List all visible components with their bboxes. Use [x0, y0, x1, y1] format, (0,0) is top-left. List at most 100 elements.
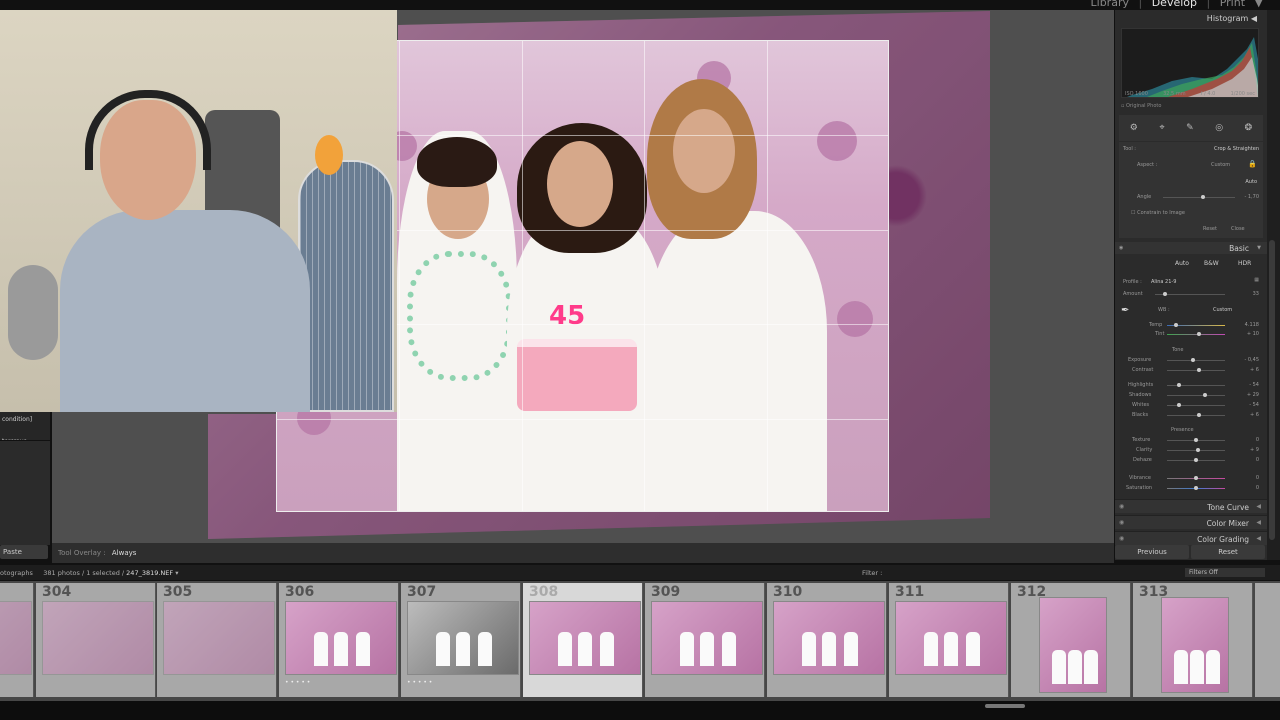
dehaze-slider[interactable]	[1167, 458, 1225, 462]
bottom-buttons: Previous Reset	[1115, 545, 1267, 560]
tool-overlay-select[interactable]: Always	[112, 549, 137, 557]
blacks-value: + 6	[1250, 412, 1259, 418]
tool-name: Crop & Straighten	[1214, 146, 1259, 152]
filmstrip-source[interactable]: otographs 381 photos / 1 selected / 247_…	[0, 569, 179, 577]
highlights-slider[interactable]	[1167, 383, 1225, 387]
angle-slider[interactable]	[1163, 195, 1235, 199]
right-panel-scrollbar[interactable]	[1267, 10, 1280, 560]
microphone-icon	[8, 265, 58, 360]
auto-button[interactable]: Auto	[1175, 260, 1189, 267]
redeye-tool-icon[interactable]: ◎	[1215, 123, 1223, 133]
bw-button[interactable]: B&W	[1204, 260, 1219, 267]
clarity-slider[interactable]	[1167, 448, 1225, 452]
angle-auto-button[interactable]: Auto	[1245, 179, 1257, 185]
film-cell-309[interactable]: 309	[645, 583, 765, 697]
lock-icon[interactable]: 🔒	[1248, 160, 1257, 168]
aspect-select[interactable]: Custom	[1211, 162, 1230, 168]
profile-select[interactable]: Alina 21-9	[1151, 279, 1176, 285]
contrast-label: Contrast	[1132, 367, 1154, 373]
hdr-button[interactable]: HDR	[1238, 260, 1251, 267]
reset-button[interactable]: Reset	[1191, 545, 1265, 559]
expand-icon[interactable]: ◀	[1256, 503, 1261, 510]
color-grading-section[interactable]: ◉ Color Grading ◀	[1115, 531, 1267, 545]
film-cell-306[interactable]: 306 • • • • •	[279, 583, 399, 697]
contrast-slider[interactable]	[1167, 368, 1225, 372]
brush-tool-icon[interactable]: ✎	[1186, 123, 1194, 133]
module-develop[interactable]: Develop	[1152, 0, 1197, 9]
histogram-title[interactable]: Histogram ◀	[1207, 14, 1257, 23]
crop-tool-icon[interactable]: ⚙	[1130, 123, 1138, 133]
texture-slider[interactable]	[1167, 438, 1225, 442]
histogram	[1121, 28, 1259, 98]
film-cell[interactable]	[0, 583, 34, 697]
cake-number: 45	[549, 301, 586, 331]
film-cell-313[interactable]: 313	[1133, 583, 1253, 697]
blacks-slider[interactable]	[1167, 413, 1225, 417]
right-panel: Histogram ◀ ISO 1600 32.5 mm f / 4.0 1/200 …	[1115, 10, 1267, 560]
dehaze-label: Dehaze	[1133, 457, 1152, 463]
film-cell-312[interactable]: 312	[1011, 583, 1131, 697]
lei	[407, 251, 512, 381]
module-print[interactable]: Print	[1220, 0, 1245, 9]
profile-grid-icon[interactable]: ▦	[1254, 277, 1259, 283]
amount-slider[interactable]	[1155, 292, 1225, 296]
film-cell-308[interactable]: 308	[523, 583, 643, 697]
original-photo-label: ▫ Original Photo	[1121, 103, 1162, 109]
left-panel-area	[0, 440, 50, 545]
left-panel-text: condition]	[2, 416, 33, 423]
vibrance-slider[interactable]	[1167, 476, 1225, 480]
basic-title: Basic	[1229, 244, 1249, 253]
module-picker: Library | Develop | Print ▼	[1088, 0, 1266, 9]
crop-close-button[interactable]: Close	[1231, 226, 1245, 232]
tone-curve-section[interactable]: ◉ Tone Curve ◀	[1115, 499, 1267, 513]
crop-reset-button[interactable]: Reset	[1203, 226, 1217, 232]
previous-button[interactable]: Previous	[1115, 545, 1189, 559]
tint-slider[interactable]	[1167, 332, 1225, 336]
basic-panel-header[interactable]: ◉ Basic ▼	[1115, 242, 1267, 254]
eye-icon[interactable]: ◉	[1119, 503, 1124, 510]
temp-slider[interactable]	[1167, 323, 1225, 327]
filmstrip-scrollbar[interactable]	[0, 701, 1280, 720]
angle-label: Angle	[1137, 194, 1152, 200]
crop-panel: Tool : Crop & Straighten Aspect : Custom…	[1119, 142, 1263, 238]
module-library[interactable]: Library	[1091, 0, 1129, 9]
film-cell-305[interactable]: 305	[157, 583, 277, 697]
film-cell-310[interactable]: 310	[767, 583, 887, 697]
constrain-checkbox[interactable]: ☐ Constrain to Image	[1131, 210, 1185, 216]
filters-off-select[interactable]: Filters Off	[1185, 568, 1265, 577]
tool-strip: ⚙ ⌖ ✎ ◎ ❂	[1119, 115, 1263, 141]
heal-tool-icon[interactable]: ⌖	[1159, 123, 1164, 133]
shadows-slider[interactable]	[1167, 393, 1225, 397]
expand-icon[interactable]: ◀	[1256, 535, 1261, 542]
paste-button[interactable]: Paste	[0, 545, 48, 559]
vibrance-value: 0	[1255, 475, 1259, 481]
texture-label: Texture	[1132, 437, 1151, 443]
tone-curve-title: Tone Curve	[1207, 503, 1249, 512]
film-cell-307[interactable]: 307 • • • • •	[401, 583, 521, 697]
whites-slider[interactable]	[1167, 403, 1225, 407]
wb-select[interactable]: Custom	[1213, 307, 1232, 313]
amount-label: Amount	[1123, 291, 1143, 297]
saturation-slider[interactable]	[1167, 486, 1225, 490]
eyedropper-icon[interactable]: ✒	[1121, 305, 1129, 316]
eye-icon[interactable]: ◉	[1119, 245, 1123, 251]
film-cell-311[interactable]: 311	[889, 583, 1009, 697]
color-mixer-section[interactable]: ◉ Color Mixer ◀	[1115, 515, 1267, 529]
shadows-label: Shadows	[1129, 392, 1152, 398]
eye-icon[interactable]: ◉	[1119, 535, 1124, 542]
tone-label: Tone	[1172, 347, 1184, 353]
person-right	[647, 211, 827, 511]
lightroom-window: Library | Develop | Print ▼ condition] t…	[0, 0, 1280, 720]
highlights-label: Highlights	[1128, 382, 1154, 388]
collapse-icon[interactable]: ▼	[1257, 245, 1261, 251]
expand-icon[interactable]: ◀	[1256, 519, 1261, 526]
module-separator: |	[1138, 0, 1143, 9]
eye-icon[interactable]: ◉	[1119, 519, 1124, 526]
film-cell[interactable]	[1255, 583, 1280, 697]
exposure-slider[interactable]	[1167, 358, 1225, 362]
collapse-icon[interactable]: ▼	[1255, 0, 1263, 9]
cake	[517, 339, 637, 411]
mask-tool-icon[interactable]: ❂	[1245, 123, 1253, 133]
profile-label: Profile :	[1123, 279, 1142, 285]
film-cell-304[interactable]: 304	[36, 583, 156, 697]
